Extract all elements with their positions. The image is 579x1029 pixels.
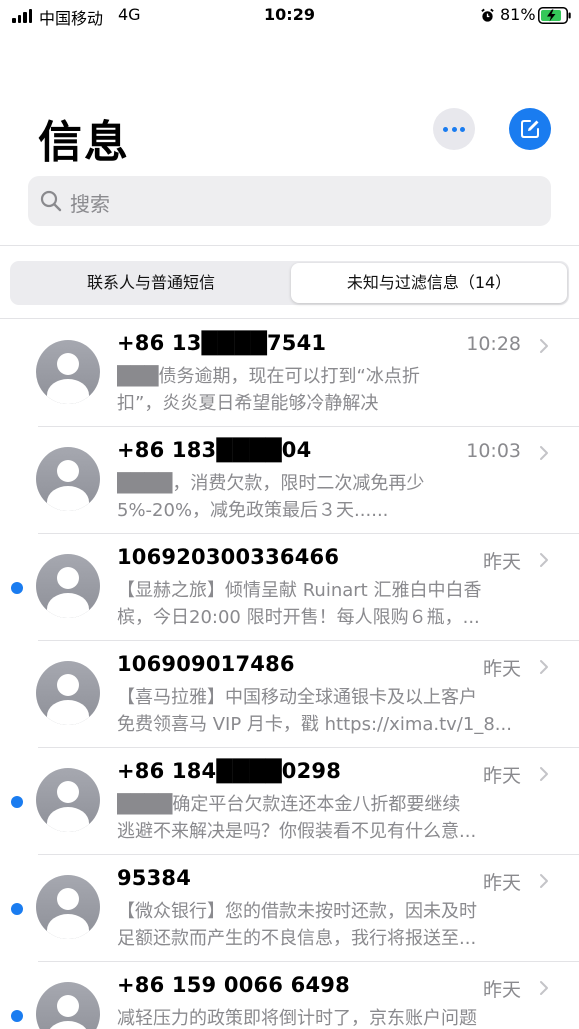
avatar (36, 768, 100, 832)
chevron-right-icon (540, 339, 548, 353)
avatar (36, 875, 100, 939)
chevron-right-icon (540, 767, 548, 781)
message-preview-line-2: 逃避不来解决是吗？你假装看不见有什么意... (117, 821, 477, 842)
message-sender: +86 183████04 (117, 438, 312, 462)
message-preview: ███债务逾期，现在可以打到“冰点折 扣”，炎炎夏日希望能够冷静解决 (117, 363, 547, 417)
unread-indicator (11, 903, 23, 915)
message-time: 10:03 (466, 440, 521, 462)
battery-charging-icon (538, 7, 571, 24)
message-time: 10:28 (466, 333, 521, 355)
message-preview: 【喜马拉雅】中国移动全球通银卡及以上客户 免费领喜马 VIP 月卡，戳 http… (117, 684, 547, 738)
message-row[interactable]: 106909017486 昨天 【喜马拉雅】中国移动全球通银卡及以上客户 免费领… (0, 641, 579, 748)
chevron-right-icon (540, 446, 548, 460)
message-preview-line-1: 【微众银行】您的借款未按时还款，因未及时 (117, 901, 477, 922)
chevron-right-icon (540, 553, 548, 567)
message-preview: ████，消费欠款，限时二次减免再少 5%-20%，减免政策最后３天...... (117, 470, 547, 524)
filter-segmented-control: 联系人与普通短信 未知与过滤信息（14） (10, 261, 569, 305)
segment-divider (0, 318, 579, 319)
message-preview-line-1: 减轻压力的政策即将倒计时了，京东账户问题 (117, 1008, 477, 1029)
alarm-icon (481, 8, 494, 22)
status-bar: 中国移动 4G 10:29 81% (0, 0, 579, 32)
message-row[interactable]: +86 183████04 10:03 ████，消费欠款，限时二次减免再少 5… (0, 427, 579, 534)
message-time: 昨天 (482, 658, 521, 680)
chevron-right-icon (540, 981, 548, 995)
message-preview-line-1: ████确定平台欠款连还本金八折都要继续 (117, 794, 461, 815)
message-preview-line-2: 足额还款而产生的不良信息，我行将报送至... (117, 928, 477, 949)
message-time: 昨天 (482, 765, 521, 787)
message-time: 昨天 (482, 872, 521, 894)
header-divider (0, 245, 579, 246)
message-time: 昨天 (482, 979, 521, 1001)
message-sender: 106909017486 (117, 652, 295, 676)
message-sender: 95384 (117, 866, 192, 890)
search-icon (40, 190, 62, 212)
message-sender: +86 13████7541 (117, 331, 327, 355)
unread-indicator (11, 582, 23, 594)
page-title: 信息 (38, 117, 130, 168)
search-placeholder: 搜索 (70, 192, 110, 216)
message-sender: +86 159 0066 6498 (117, 973, 350, 997)
more-button[interactable] (433, 108, 475, 150)
message-row[interactable]: 95384 昨天 【微众银行】您的借款未按时还款，因未及时 足额还款而产生的不良… (0, 855, 579, 962)
message-preview-line-1: 【显赫之旅】倾情呈献 Ruinart 汇雅白中白香 (117, 580, 482, 601)
unread-indicator (11, 1010, 23, 1022)
message-preview-line-2: 槟，今日20:00 限时开售！每人限购６瓶，... (117, 607, 480, 628)
message-preview: 【微众银行】您的借款未按时还款，因未及时 足额还款而产生的不良信息，我行将报送至… (117, 898, 547, 952)
avatar (36, 661, 100, 725)
compose-button[interactable] (509, 108, 551, 150)
message-row[interactable]: 106920300336466 昨天 【显赫之旅】倾情呈献 Ruinart 汇雅… (0, 534, 579, 641)
compose-icon (521, 120, 539, 138)
tab-contacts-and-sms[interactable]: 联系人与普通短信 (12, 263, 290, 303)
search-input[interactable]: 搜索 (28, 176, 551, 226)
message-preview-line-1: ███债务逾期，现在可以打到“冰点折 (117, 366, 420, 387)
message-preview-line-2: 5%-20%，减免政策最后３天...... (117, 500, 389, 521)
message-sender: 106920300336466 (117, 545, 340, 569)
message-preview-line-1: 【喜马拉雅】中国移动全球通银卡及以上客户 (117, 687, 477, 708)
message-row[interactable]: +86 159 0066 6498 昨天 减轻压力的政策即将倒计时了，京东账户问… (0, 962, 579, 1029)
unread-indicator (11, 796, 23, 808)
message-row[interactable]: +86 13████7541 10:28 ███债务逾期，现在可以打到“冰点折 … (0, 320, 579, 427)
avatar (36, 554, 100, 618)
message-row[interactable]: +86 184████0298 昨天 ████确定平台欠款连还本金八折都要继续 … (0, 748, 579, 855)
message-sender: +86 184████0298 (117, 759, 342, 783)
message-list: +86 13████7541 10:28 ███债务逾期，现在可以打到“冰点折 … (0, 320, 579, 1029)
message-preview: 【显赫之旅】倾情呈献 Ruinart 汇雅白中白香 槟，今日20:00 限时开售… (117, 577, 547, 631)
message-preview-line-2: 免费领喜马 VIP 月卡，戳 https://xima.tv/1_8... (117, 714, 512, 735)
message-preview: ████确定平台欠款连还本金八折都要继续 逃避不来解决是吗？你假装看不见有什么意… (117, 791, 547, 845)
message-preview-line-2: 扣”，炎炎夏日希望能够冷静解决 (117, 393, 379, 414)
avatar (36, 447, 100, 511)
message-time: 昨天 (482, 551, 521, 573)
tab-unknown-and-filtered[interactable]: 未知与过滤信息（14） (291, 263, 567, 303)
battery-percentage: 81% (500, 5, 536, 24)
avatar (36, 982, 100, 1029)
avatar (36, 340, 100, 404)
message-preview: 减轻压力的政策即将倒计时了，京东账户问题 (117, 1005, 547, 1029)
chevron-right-icon (540, 660, 548, 674)
message-preview-line-1: ████，消费欠款，限时二次减免再少 (117, 473, 425, 494)
chevron-right-icon (540, 874, 548, 888)
